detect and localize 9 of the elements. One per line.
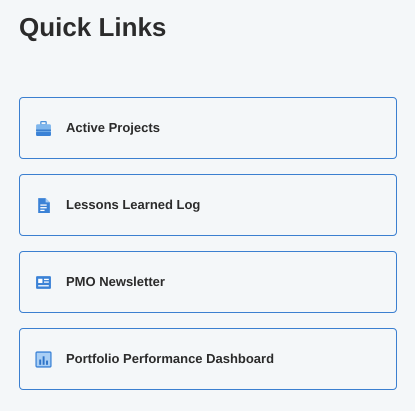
bar-chart-icon: [35, 350, 52, 368]
quick-link-card[interactable]: Lessons Learned Log: [19, 174, 397, 236]
page-title: Quick Links: [19, 12, 166, 42]
quick-link-card[interactable]: Portfolio Performance Dashboard: [19, 328, 397, 390]
document-icon: [35, 196, 52, 214]
briefcase-icon: [35, 120, 52, 136]
newspaper-icon: [35, 274, 52, 290]
quick-link-card[interactable]: Active Projects: [19, 97, 397, 159]
quick-link-card[interactable]: PMO Newsletter: [19, 251, 397, 313]
